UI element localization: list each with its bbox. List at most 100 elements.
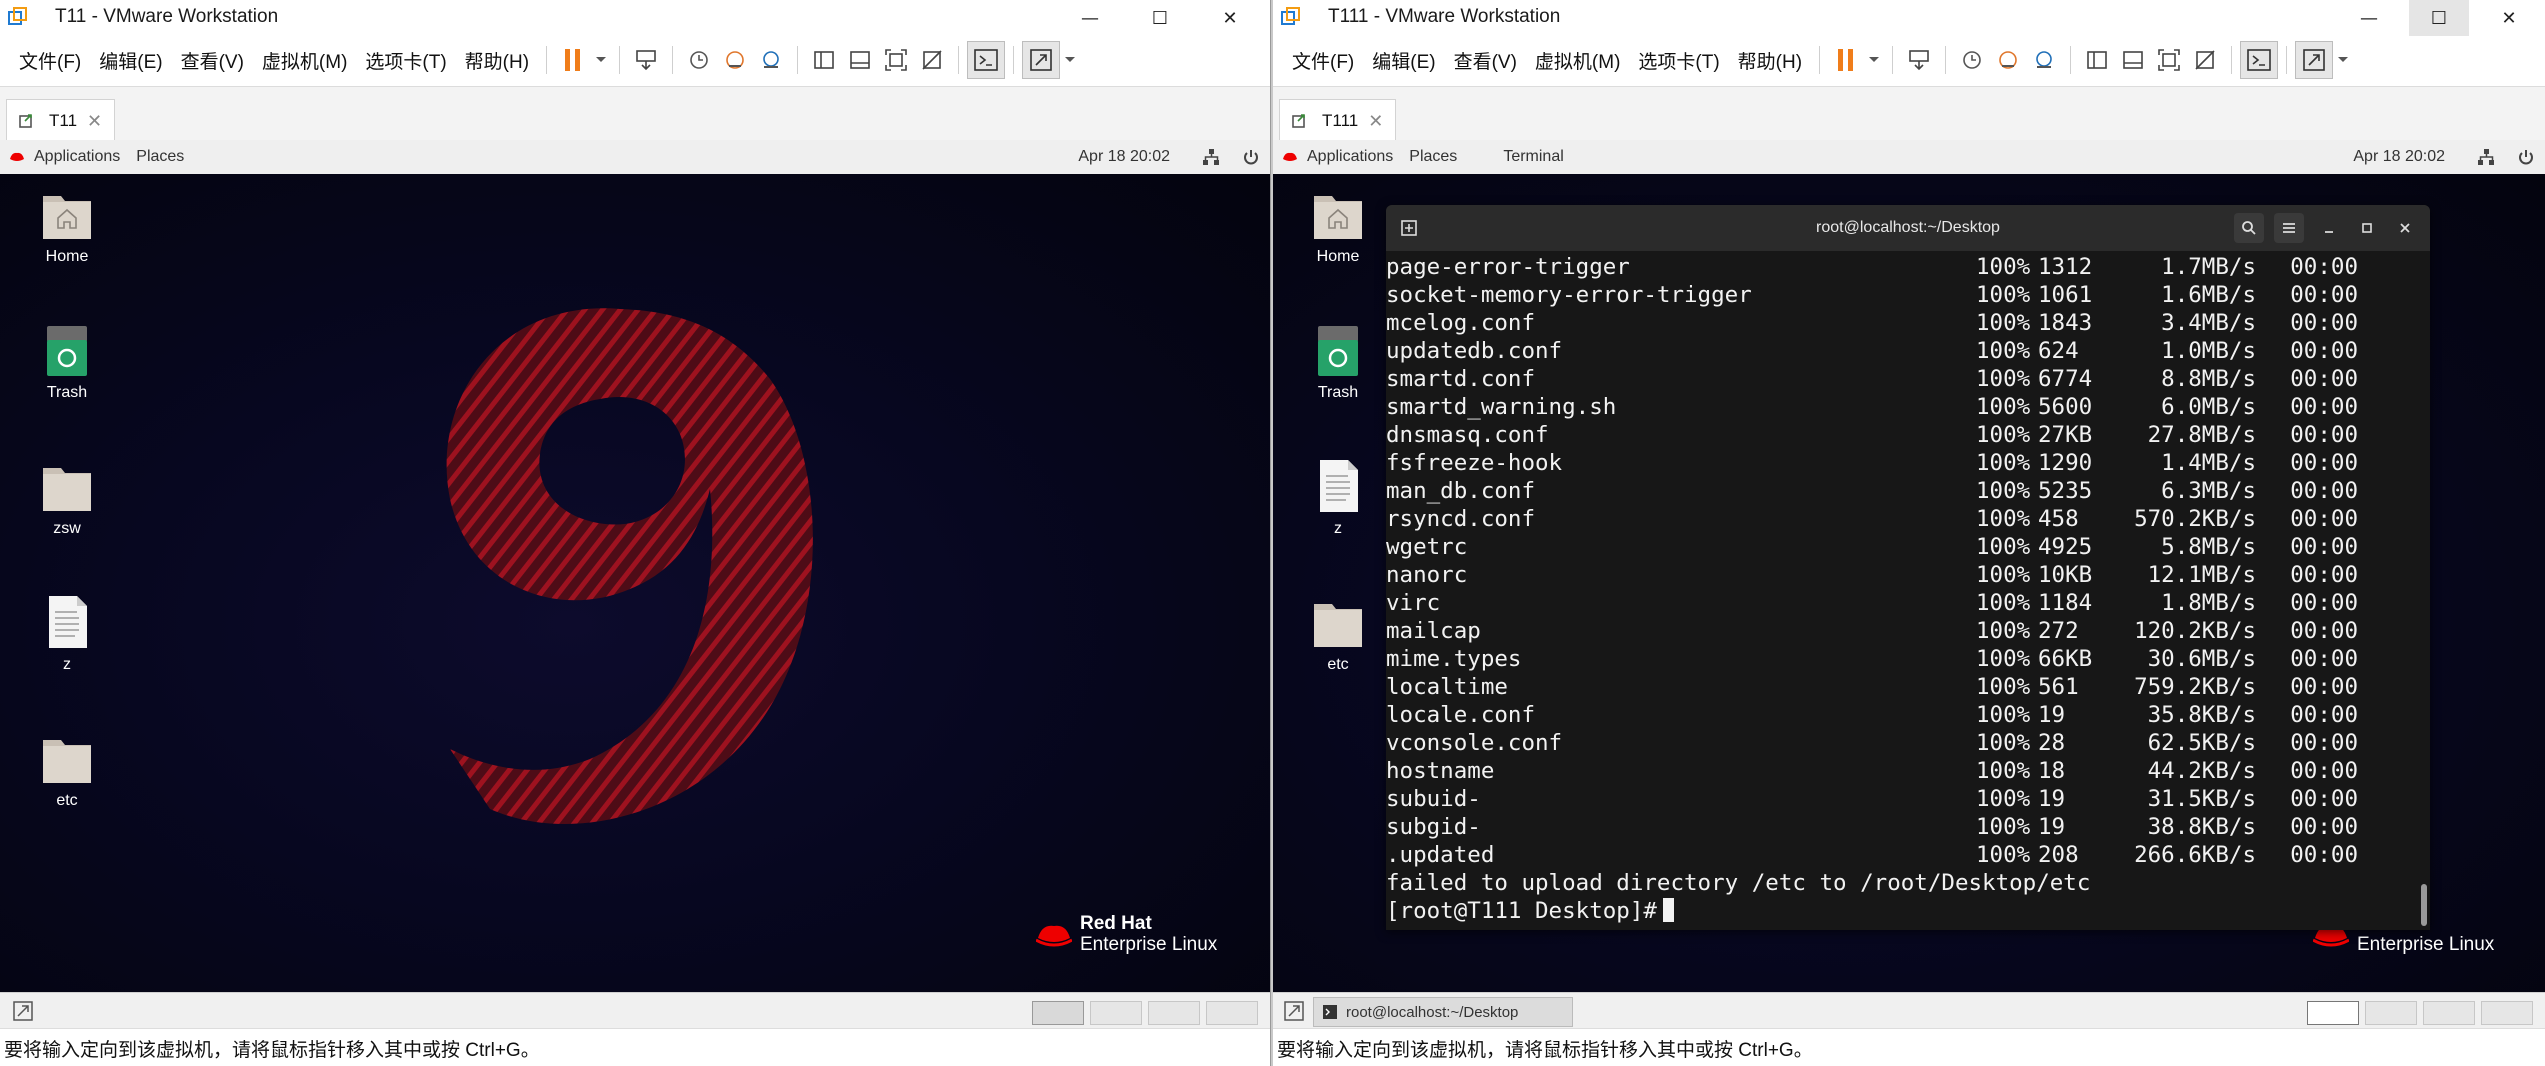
menu-view[interactable]: 查看(V): [1445, 47, 1526, 74]
status-text: 要将输入定向到该虚拟机，请将鼠标指针移入其中或按 Ctrl+G。: [1277, 1039, 1813, 1061]
minimize-button[interactable]: —: [2339, 0, 2399, 36]
workspace-4[interactable]: [2481, 1001, 2533, 1025]
menu-tabs[interactable]: 选项卡(T): [1629, 47, 1728, 74]
menu-vm[interactable]: 虚拟机(M): [253, 47, 356, 74]
close-button[interactable]: ✕: [2479, 0, 2539, 36]
taskbar-terminal-item[interactable]: root@localhost:~/Desktop: [1313, 997, 1573, 1027]
menu-help[interactable]: 帮助(H): [1729, 47, 1811, 74]
restore-window-icon[interactable]: [1283, 1000, 1305, 1022]
applications-menu[interactable]: Applications: [26, 148, 128, 166]
full-screen-dropdown-button[interactable]: [2333, 42, 2353, 78]
desktop-icon-etc[interactable]: etc: [1293, 594, 1383, 674]
places-menu[interactable]: Places: [128, 148, 192, 166]
stretch-guest-button[interactable]: [2187, 42, 2223, 78]
menu-vm[interactable]: 虚拟机(M): [1526, 47, 1629, 74]
console-view-button[interactable]: [2240, 41, 2279, 79]
full-screen-button[interactable]: [2295, 41, 2334, 79]
console-view-button[interactable]: [967, 41, 1006, 79]
workspace-4[interactable]: [1206, 1001, 1258, 1025]
file-size: 1061: [2038, 282, 2093, 308]
desktop-icon-home[interactable]: Home: [22, 186, 112, 266]
fit-guest-button[interactable]: [878, 42, 914, 78]
tab-vm[interactable]: T111 ✕: [1279, 99, 1397, 142]
applications-menu[interactable]: Applications: [1299, 148, 1401, 166]
pause-button[interactable]: [555, 42, 591, 78]
terminal-close-button[interactable]: [2390, 213, 2420, 243]
terminal-output[interactable]: page-error-trigger 100% 1312 1.7MB/s 00:00 so…: [1386, 251, 2416, 930]
menu-help[interactable]: 帮助(H): [456, 47, 538, 74]
terminal-scrollbar[interactable]: [2419, 251, 2427, 930]
workspace-1[interactable]: [1032, 1001, 1084, 1025]
prompt-line[interactable]: [root@T111 Desktop]#: [1386, 897, 2416, 925]
tab-close-icon[interactable]: ✕: [1368, 111, 1383, 132]
clock[interactable]: Apr 18 20:02: [2345, 148, 2453, 166]
desktop-icon-trash[interactable]: Trash: [22, 322, 112, 402]
show-library-button[interactable]: [2079, 42, 2115, 78]
terminal-menu-button[interactable]: [2274, 213, 2304, 243]
desktop-icon-label: z: [63, 656, 71, 673]
vm-display[interactable]: Applications Places Terminal Apr 18 20:0…: [1273, 140, 2545, 992]
trash-icon: [47, 326, 87, 376]
snapshot-manager-button[interactable]: [753, 42, 789, 78]
show-thumbnail-button[interactable]: [842, 42, 878, 78]
terminal-search-button[interactable]: [2234, 213, 2264, 243]
transfer-percent: 100%: [1976, 674, 2031, 700]
show-thumbnail-button[interactable]: [2115, 42, 2151, 78]
menu-edit[interactable]: 编辑(E): [1363, 47, 1444, 74]
menu-edit[interactable]: 编辑(E): [90, 47, 171, 74]
desktop-icon-zsw[interactable]: zsw: [22, 458, 112, 538]
revert-snapshot-button[interactable]: [1990, 42, 2026, 78]
terminal-line: subuid- 100% 19 31.5KB/s 00:00: [1386, 785, 2416, 813]
menu-file[interactable]: 文件(F): [1283, 47, 1363, 74]
maximize-button[interactable]: ☐: [2409, 0, 2469, 36]
terminal-minimize-button[interactable]: [2314, 213, 2344, 243]
network-icon[interactable]: [1202, 148, 1220, 166]
desktop-icon-trash[interactable]: Trash: [1293, 322, 1383, 402]
workspace-3[interactable]: [2423, 1001, 2475, 1025]
file-size: 561: [2038, 674, 2079, 700]
show-library-button[interactable]: [806, 42, 842, 78]
places-menu[interactable]: Places: [1401, 148, 1465, 166]
restore-window-icon[interactable]: [12, 1000, 34, 1022]
menu-tabs[interactable]: 选项卡(T): [356, 47, 455, 74]
maximize-button[interactable]: ☐: [1130, 0, 1190, 36]
vm-display[interactable]: Applications Places Apr 18 20:02 Home Tr…: [0, 140, 1270, 992]
terminal-window[interactable]: root@localhost:~/Desktop page-error-trig…: [1386, 205, 2430, 930]
snapshot-button[interactable]: [681, 42, 717, 78]
power-icon[interactable]: [2517, 148, 2535, 166]
workspace-2[interactable]: [2365, 1001, 2417, 1025]
toolbar-separator: [2070, 46, 2072, 74]
close-button[interactable]: ✕: [1200, 0, 1260, 36]
full-screen-button[interactable]: [1022, 41, 1061, 79]
desktop-icon-home[interactable]: Home: [1293, 186, 1383, 266]
power-icon[interactable]: [1242, 148, 1260, 166]
revert-snapshot-button[interactable]: [717, 42, 753, 78]
clock[interactable]: Apr 18 20:02: [1070, 148, 1178, 166]
terminal-app-menu[interactable]: Terminal: [1495, 148, 1571, 166]
power-dropdown-button[interactable]: [591, 42, 611, 78]
desktop-icon-etc[interactable]: etc: [22, 730, 112, 810]
minimize-button[interactable]: —: [1060, 0, 1120, 36]
tab-vm[interactable]: T11 ✕: [6, 99, 116, 142]
snapshot-button[interactable]: [1954, 42, 1990, 78]
fit-guest-button[interactable]: [2151, 42, 2187, 78]
pause-button[interactable]: [1828, 42, 1864, 78]
home-folder-icon: [1314, 196, 1362, 239]
menu-view[interactable]: 查看(V): [172, 47, 253, 74]
workspace-1[interactable]: [2307, 1001, 2359, 1025]
desktop-icon-z[interactable]: z: [22, 594, 112, 674]
snapshot-manager-button[interactable]: [2026, 42, 2062, 78]
send-ctrl-alt-del-button[interactable]: [628, 42, 664, 78]
network-icon[interactable]: [2477, 148, 2495, 166]
stretch-guest-button[interactable]: [914, 42, 950, 78]
send-ctrl-alt-del-button[interactable]: [1901, 42, 1937, 78]
desktop-icon-z[interactable]: z: [1293, 458, 1383, 538]
full-screen-dropdown-button[interactable]: [1060, 42, 1080, 78]
terminal-maximize-button[interactable]: [2352, 213, 2382, 243]
workspace-2[interactable]: [1090, 1001, 1142, 1025]
menu-file[interactable]: 文件(F): [10, 47, 90, 74]
scrollbar-thumb[interactable]: [2421, 884, 2427, 926]
power-dropdown-button[interactable]: [1864, 42, 1884, 78]
workspace-3[interactable]: [1148, 1001, 1200, 1025]
tab-close-icon[interactable]: ✕: [87, 111, 102, 132]
